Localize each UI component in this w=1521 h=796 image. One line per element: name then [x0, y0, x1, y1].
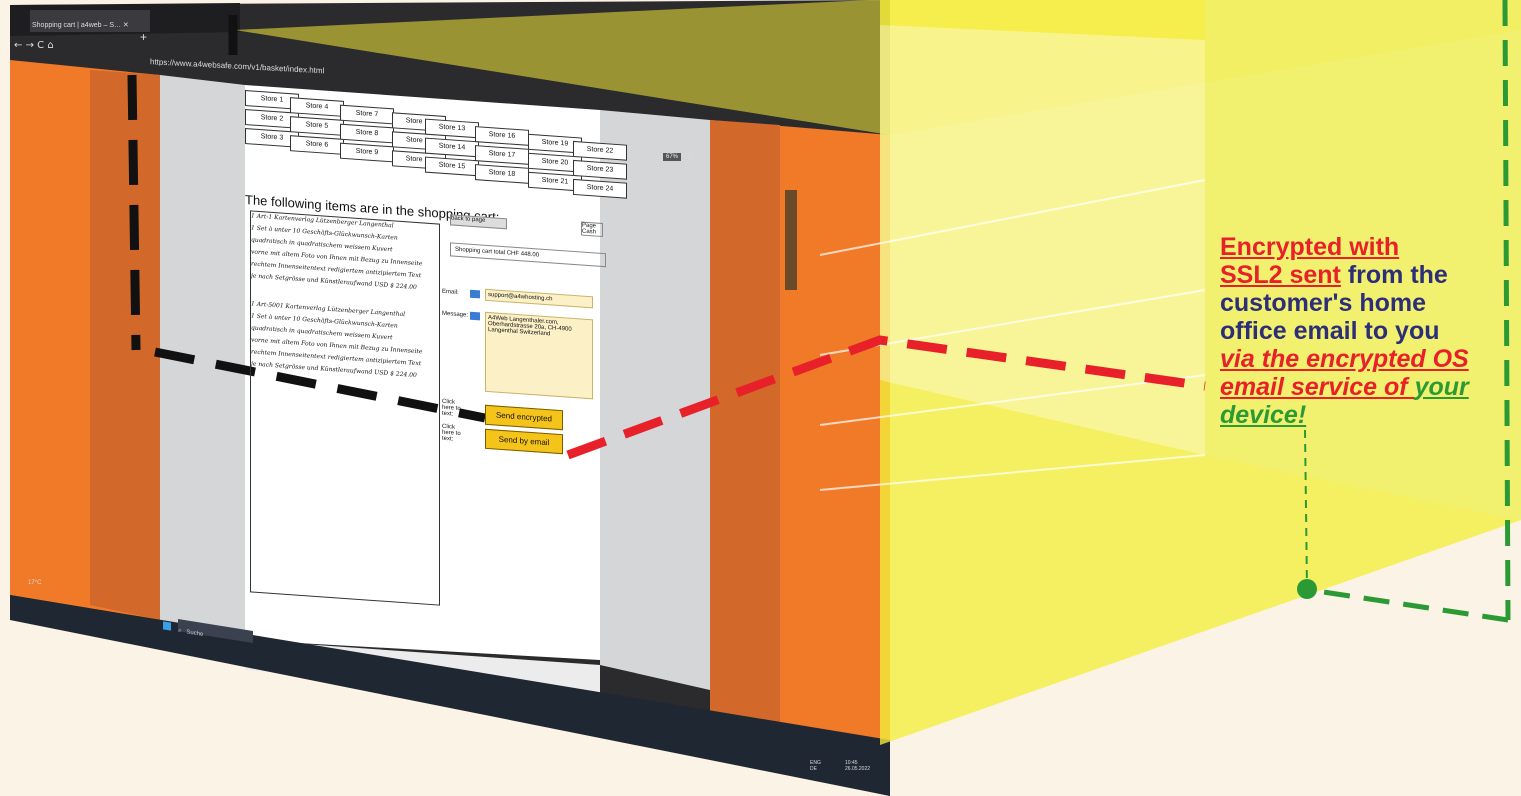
click-here-label-1: Click here to text: — [442, 398, 461, 418]
browser-tab[interactable]: Shopping cart | a4web – S… ✕ — [32, 14, 150, 30]
store-button[interactable]: Store 17 — [475, 145, 529, 165]
store-button[interactable]: Store 7 — [340, 104, 394, 125]
reload-icon[interactable]: C — [37, 40, 44, 51]
page-content: Store 1 Store 2 Store 3 Store 4 Store 5 Store… — [245, 90, 627, 685]
send-by-email-button[interactable]: Send by email — [485, 428, 563, 455]
click-here-label-2: Click here to text: — [442, 423, 461, 443]
zoom-badge[interactable]: 67% — [663, 153, 682, 161]
scrollbar — [785, 190, 797, 290]
store-button[interactable]: Store 16 — [475, 126, 529, 146]
store-button[interactable]: Store 18 — [475, 164, 529, 184]
message-field[interactable]: A4Web Langenthaler.com, Oberhardstrasse … — [485, 311, 593, 400]
send-encrypted-button[interactable]: Send encrypted — [485, 404, 563, 431]
caption-line-6b: your — [1414, 373, 1469, 401]
caption-line-5: via the encrypted OS — [1220, 345, 1469, 373]
weather-widget[interactable]: 17°C — [28, 580, 41, 586]
total-field: Shopping cart total CHF 448.00 — [450, 242, 606, 268]
clock-date: 26.05.2022 — [845, 766, 871, 772]
email-field[interactable]: support@a4whosting.ch — [485, 288, 593, 309]
store-button[interactable]: Store 9 — [340, 142, 394, 163]
bookmark-star-icon[interactable]: ☆ — [686, 150, 695, 161]
store-button[interactable]: Store 8 — [340, 123, 394, 144]
store-button[interactable]: Store 6 — [290, 135, 344, 155]
green-endpoint — [1297, 579, 1317, 599]
caption-line-7: device! — [1220, 401, 1307, 429]
store-button[interactable]: Store 15 — [425, 156, 479, 177]
forward-icon[interactable]: → — [26, 40, 34, 51]
ghost-page — [880, 25, 1205, 455]
page-cash-label: Page Cash — [581, 221, 603, 238]
email-tag — [470, 289, 480, 299]
taskbar-clock[interactable]: 10:45 26.05.2022 — [845, 760, 870, 772]
store-button[interactable]: Store 24 — [573, 178, 627, 199]
caption-line-3: customer's home — [1220, 289, 1427, 317]
annotation-caption: Encrypted with SSL2 sent from the custom… — [1220, 233, 1515, 429]
taskbar-lang[interactable]: ENG DE — [810, 760, 824, 772]
caption-line-2a: SSL2 sent — [1220, 261, 1341, 289]
email-label: Email: — [442, 288, 459, 296]
caption-line-4: office email to you — [1220, 317, 1440, 345]
tab-title: Shopping cart | a4web – S… ✕ — [32, 22, 129, 29]
cart-listbox — [250, 210, 440, 606]
windows-start-icon[interactable] — [163, 621, 171, 631]
search-icon: ⌕ — [178, 626, 182, 635]
new-tab-button[interactable]: + — [140, 30, 147, 44]
home-icon[interactable]: ⌂ — [47, 40, 53, 51]
caption-line-6a: email service of — [1220, 373, 1415, 401]
message-tag — [470, 311, 480, 321]
back-icon[interactable]: ← — [14, 40, 22, 51]
nav-buttons: ← → C ⌂ — [14, 40, 54, 51]
caption-line-2b: from the — [1340, 261, 1448, 289]
message-label: Message: — [442, 310, 469, 319]
caption-line-1: Encrypted with — [1220, 233, 1400, 261]
